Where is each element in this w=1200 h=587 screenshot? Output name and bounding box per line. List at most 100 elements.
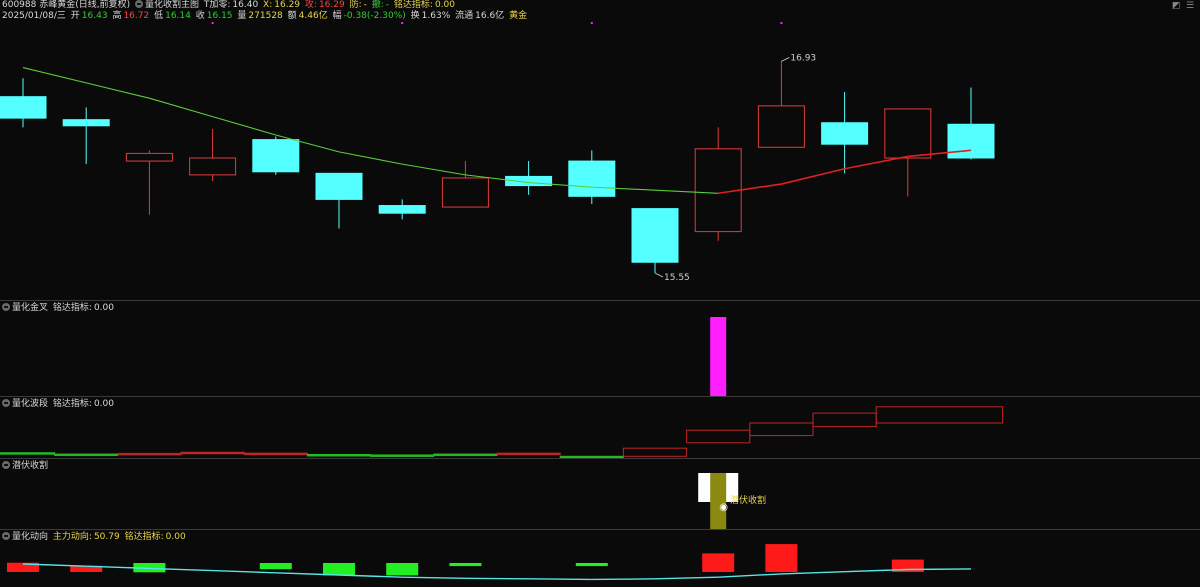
- main-indicator-name[interactable]: 量化收割主图: [145, 0, 199, 10]
- panel-flow-toggle-icon[interactable]: [2, 532, 10, 540]
- wave-range-box: [749, 422, 814, 437]
- panel-flow-sub-label: 铭达指标:: [124, 532, 164, 542]
- t-add-value: 16.40: [232, 0, 259, 10]
- main-chart-header: 600988 赤峰黄金(日线,前复权) 量化收割主图 T加零: 16.40 X: 1…: [2, 0, 457, 11]
- panel-golden-cross-toggle-icon[interactable]: [2, 303, 10, 311]
- panel-golden-cross-header: 量化金叉 铭达指标: 0.00: [2, 303, 116, 314]
- panel-divider-2[interactable]: [0, 396, 1200, 397]
- panel-golden-cross-sub-label: 铭达指标:: [52, 303, 92, 313]
- price-annotation-pointer: [781, 57, 790, 62]
- ma-line-segment: [654, 189, 719, 194]
- signal-marker-dot: [401, 22, 404, 24]
- signal-marker-dot: [780, 22, 783, 24]
- wave-range-box: [812, 412, 877, 428]
- float-label: 流通: [455, 11, 474, 21]
- turnover-label: 换: [410, 11, 420, 21]
- candle-body: [631, 208, 679, 263]
- retreat-label: 撤:: [371, 0, 384, 10]
- wave-range-box: [54, 453, 119, 457]
- defend-value: -: [363, 0, 367, 10]
- candle-body: [252, 139, 300, 173]
- t-add-label: T加零:: [203, 0, 231, 10]
- ma-line-segment: [86, 82, 150, 99]
- ma-line-segment: [22, 66, 87, 84]
- indicator-toggle-icon[interactable]: [134, 0, 143, 8]
- panel-golden-cross-sub-value: 0.00: [93, 303, 114, 313]
- main-flow-line-segment: [528, 578, 592, 581]
- sector-tag: 黄金: [509, 11, 528, 21]
- panel-flow-main-value: 50.79: [93, 532, 120, 542]
- main-flow-line-segment: [907, 568, 972, 571]
- wave-range-box: [306, 454, 372, 457]
- ma-line-segment: [212, 116, 276, 136]
- price-annotation-pointer: [654, 272, 664, 278]
- price-annotation-label: 16.93: [790, 53, 816, 63]
- flow-bar-negative: [323, 563, 355, 576]
- signal-marker-dot: [211, 22, 214, 24]
- main-flow-line-segment: [718, 573, 782, 578]
- ma-line-segment: [149, 97, 213, 118]
- wave-range-box: [875, 406, 1004, 424]
- chg-value: -0.38(-2.30%): [343, 11, 406, 21]
- wave-range-box: [243, 452, 308, 456]
- low-label: 低: [154, 11, 164, 21]
- ma-line-segment: [402, 163, 466, 176]
- flow-bar-negative: [575, 563, 608, 567]
- main-flow-line-segment: [212, 569, 276, 574]
- panel-ambush-toggle-icon[interactable]: [2, 461, 10, 469]
- candle-body: [0, 96, 47, 119]
- panel-wave-toggle-icon[interactable]: [2, 399, 10, 407]
- attack-value: 16.29: [318, 0, 345, 10]
- settings-icon[interactable]: ☰: [1186, 1, 1194, 11]
- quote-line: 2025/01/08/三 开 16.43 高 16.72 低 16.14 收 16.15…: [2, 11, 529, 22]
- amt-label: 额: [287, 11, 297, 21]
- panel-wave-sub-label: 铭达指标:: [52, 399, 92, 409]
- panel-flow-main-label: 主力动向:: [52, 532, 92, 542]
- golden-cross-bar: [710, 317, 727, 396]
- quote-date: 2025/01/08/三: [2, 11, 66, 21]
- wave-range-box: [686, 429, 751, 444]
- panel-divider-4[interactable]: [0, 529, 1200, 530]
- high-label: 高: [112, 11, 122, 21]
- high-value: 16.72: [123, 11, 150, 21]
- panel-divider-3[interactable]: [0, 458, 1200, 459]
- panel-golden-cross-name[interactable]: 量化金叉: [12, 303, 48, 313]
- wave-range-box: [433, 453, 498, 457]
- defend-label: 防:: [349, 0, 362, 10]
- ma-line-segment: [338, 151, 403, 165]
- panel-flow-name[interactable]: 量化动向: [12, 532, 48, 542]
- candle-body: [884, 108, 932, 159]
- flow-bar-negative: [449, 563, 482, 567]
- ambush-coin-icon: ◉: [719, 502, 728, 513]
- flow-bar-negative: [259, 563, 292, 570]
- panel-ambush-name[interactable]: 潜伏收割: [12, 461, 48, 471]
- low-value: 16.14: [165, 11, 191, 21]
- mingda-label: 铭达指标:: [393, 0, 433, 10]
- wave-range-box: [180, 451, 245, 455]
- signal-marker-dot: [590, 22, 593, 24]
- main-flow-line-segment: [654, 576, 719, 580]
- x-value: 16.29: [274, 0, 301, 10]
- panel-flow-sub-value: 0.00: [165, 532, 186, 542]
- panel-divider-1[interactable]: [0, 300, 1200, 301]
- ma-line-segment: [844, 155, 908, 170]
- amt-value: 4.46亿: [298, 11, 328, 21]
- price-annotation-label: 15.55: [664, 273, 690, 283]
- wave-range-box: [370, 454, 435, 457]
- main-flow-line-segment: [591, 578, 656, 581]
- wave-range-box: [0, 452, 56, 455]
- vol-value: 271528: [248, 11, 283, 21]
- resize-icon[interactable]: ◩: [1172, 1, 1181, 11]
- turnover-value: 1.63%: [421, 11, 451, 21]
- flow-bar-positive: [702, 553, 735, 572]
- candle-body: [62, 119, 110, 127]
- panel-wave-sub-value: 0.00: [93, 399, 114, 409]
- main-flow-line-segment: [402, 576, 466, 579]
- ma-line-segment: [781, 167, 845, 185]
- panel-wave-name[interactable]: 量化波段: [12, 399, 48, 409]
- attack-label: 攻:: [304, 0, 317, 10]
- main-flow-line-segment: [465, 577, 529, 580]
- panel-flow-header: 量化动向 主力动向: 50.79 铭达指标: 0.00: [2, 532, 188, 543]
- wave-range-box: [622, 447, 688, 457]
- candle-body: [189, 157, 237, 176]
